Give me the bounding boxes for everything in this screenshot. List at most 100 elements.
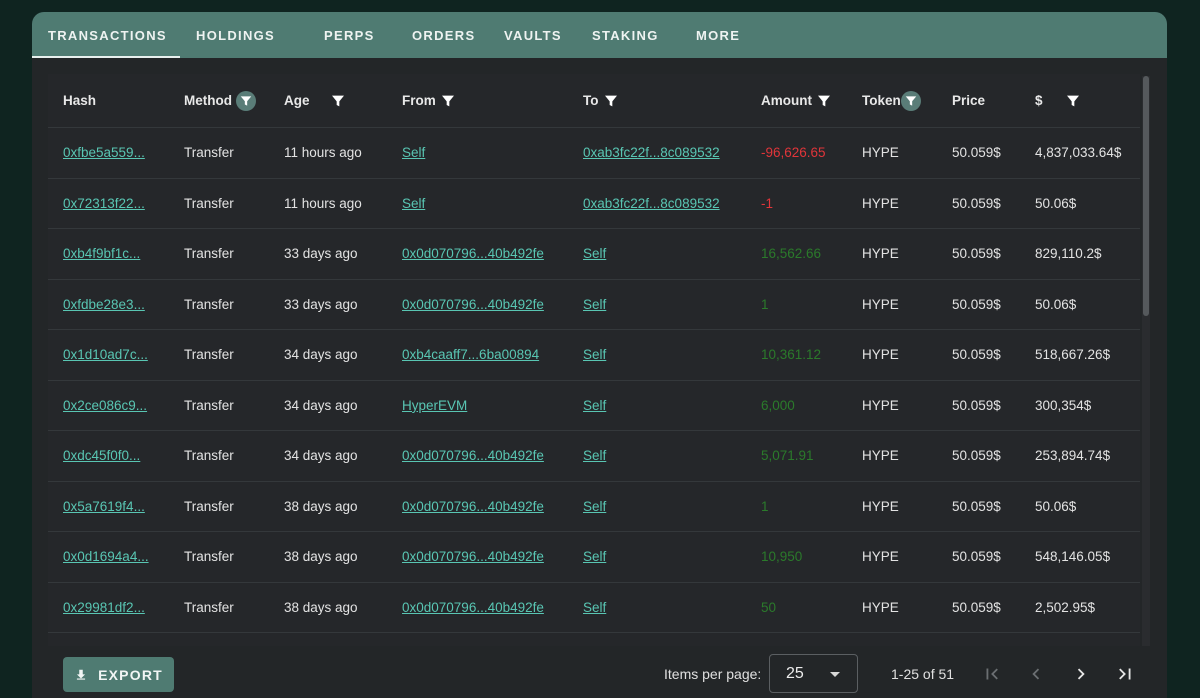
first-page-icon[interactable] xyxy=(979,661,1005,687)
table-header: Hash Method Age From To Amount Token Pri… xyxy=(48,74,1140,128)
tab-vaults[interactable]: VAULTS xyxy=(488,12,576,58)
filter-icon[interactable] xyxy=(1063,91,1083,111)
to-address-link[interactable]: Self xyxy=(583,398,606,413)
to-address-link[interactable]: Self xyxy=(583,246,606,261)
table-cell: HyperEVM xyxy=(402,381,467,431)
from-address-link[interactable]: 0x0d070796...40b492fe xyxy=(402,246,544,261)
table-cell: 33 days ago xyxy=(284,280,358,330)
table-cell: Transfer xyxy=(184,431,234,481)
tab-perps[interactable]: PERPS xyxy=(308,12,392,58)
items-per-page-select[interactable]: 25 xyxy=(769,654,858,693)
column-header-price: Price xyxy=(952,74,985,127)
table-cell: 50.059$ xyxy=(952,532,1001,582)
from-address-link[interactable]: HyperEVM xyxy=(402,398,467,413)
to-address-link[interactable]: Self xyxy=(583,600,606,615)
method-cell: Transfer xyxy=(184,599,234,615)
tab-bar: TRANSACTIONS HOLDINGS PERPS ORDERS VAULT… xyxy=(32,12,1167,58)
tx-hash-link[interactable]: 0x29981df2... xyxy=(63,600,145,615)
tab-holdings[interactable]: HOLDINGS xyxy=(180,12,292,58)
chevron-left-icon[interactable] xyxy=(1023,661,1049,687)
table-cell: 16,562.66 xyxy=(761,229,821,279)
table-cell: HYPE xyxy=(862,532,899,582)
amount-cell: -96,626.65 xyxy=(761,145,826,161)
filter-icon[interactable] xyxy=(601,91,621,111)
amount-cell: 10,361.12 xyxy=(761,347,822,363)
header-label: Hash xyxy=(63,93,97,108)
table-cell: 50 xyxy=(761,583,776,633)
table-cell: 34 days ago xyxy=(284,330,358,380)
table-cell: 50.059$ xyxy=(952,583,1001,633)
from-address-link[interactable]: 0xb4caaff7...6ba00894 xyxy=(402,347,539,362)
price-cell: 50.059$ xyxy=(952,549,1001,565)
chevron-right-icon[interactable] xyxy=(1068,661,1094,687)
header-label: $ xyxy=(1035,93,1043,108)
table-cell: Self xyxy=(583,431,606,481)
age-cell: 38 days ago xyxy=(284,599,358,615)
to-address-link[interactable]: Self xyxy=(583,499,606,514)
token-cell: HYPE xyxy=(862,246,899,262)
scrollbar-thumb[interactable] xyxy=(1143,76,1149,316)
method-cell: Transfer xyxy=(184,347,234,363)
table-cell: 0xb4f9bf1c... xyxy=(63,229,140,279)
table-row: 0x1d10ad7c... Transfer 34 days ago 0xb4caaf… xyxy=(48,330,1140,381)
from-address-link[interactable]: Self xyxy=(402,196,425,211)
table-cell: Self xyxy=(402,128,425,178)
to-address-link[interactable]: Self xyxy=(583,297,606,312)
tx-hash-link[interactable]: 0x72313f22... xyxy=(63,196,145,211)
price-cell: 50.059$ xyxy=(952,195,1001,211)
token-cell: HYPE xyxy=(862,296,899,312)
method-cell: Transfer xyxy=(184,195,234,211)
to-address-link[interactable]: Self xyxy=(583,347,606,362)
tab-more[interactable]: MORE xyxy=(680,12,760,58)
tx-hash-link[interactable]: 0x0d1694a4... xyxy=(63,549,149,564)
table-cell: 1 xyxy=(761,280,769,330)
to-address-link[interactable]: 0xab3fc22f...8c089532 xyxy=(583,196,720,211)
tx-hash-link[interactable]: 0x5a7619f4... xyxy=(63,499,145,514)
usd-value-cell: 300,354$ xyxy=(1035,397,1092,413)
dropdown-caret-icon xyxy=(830,672,840,677)
table-cell: Transfer xyxy=(184,280,234,330)
tx-hash-link[interactable]: 0xfbe5a559... xyxy=(63,145,145,160)
header-label: Amount xyxy=(761,93,812,108)
filter-icon[interactable] xyxy=(900,90,921,111)
header-label: Price xyxy=(952,93,986,108)
tx-hash-link[interactable]: 0xdc45f0f0... xyxy=(63,448,140,463)
table-cell: 10,361.12 xyxy=(761,330,821,380)
column-header-to: To xyxy=(583,74,621,127)
from-address-link[interactable]: 0x0d070796...40b492fe xyxy=(402,600,544,615)
tab-orders[interactable]: ORDERS xyxy=(396,12,488,58)
from-address-link[interactable]: 0x0d070796...40b492fe xyxy=(402,499,544,514)
vertical-scrollbar[interactable] xyxy=(1142,76,1150,646)
last-page-icon[interactable] xyxy=(1112,661,1138,687)
method-cell: Transfer xyxy=(184,397,234,413)
to-address-link[interactable]: 0xab3fc22f...8c089532 xyxy=(583,145,720,160)
table-cell: -96,626.65 xyxy=(761,128,826,178)
from-address-link[interactable]: Self xyxy=(402,145,425,160)
filter-icon[interactable] xyxy=(438,91,458,111)
table-cell: 0x5a7619f4... xyxy=(63,482,145,532)
tab-label: ORDERS xyxy=(412,27,476,43)
table-cell: HYPE xyxy=(862,330,899,380)
table-cell: 50.059$ xyxy=(952,280,1001,330)
from-address-link[interactable]: 0x0d070796...40b492fe xyxy=(402,297,544,312)
export-button[interactable]: EXPORT xyxy=(63,657,174,692)
to-address-link[interactable]: Self xyxy=(583,448,606,463)
filter-icon[interactable] xyxy=(814,91,834,111)
tab-staking[interactable]: STAKING xyxy=(576,12,672,58)
table-row: 0xfbe5a559... Transfer 11 hours ago Self 0xa… xyxy=(48,128,1140,179)
tab-transactions[interactable]: TRANSACTIONS xyxy=(32,12,180,58)
tx-hash-link[interactable]: 0xfdbe28e3... xyxy=(63,297,145,312)
table-cell: Transfer xyxy=(184,330,234,380)
tx-hash-link[interactable]: 0x1d10ad7c... xyxy=(63,347,148,362)
table-cell: 300,354$ xyxy=(1035,381,1091,431)
table-row: 0xfdbe28e3... Transfer 33 days ago 0x0d0707… xyxy=(48,280,1140,330)
from-address-link[interactable]: 0x0d070796...40b492fe xyxy=(402,549,544,564)
tx-hash-link[interactable]: 0xb4f9bf1c... xyxy=(63,246,140,261)
tx-hash-link[interactable]: 0x2ce086c9... xyxy=(63,398,147,413)
to-address-link[interactable]: Self xyxy=(583,549,606,564)
filter-icon[interactable] xyxy=(328,91,348,111)
header-label: To xyxy=(583,93,599,108)
filter-icon[interactable] xyxy=(236,90,256,111)
tab-label: HOLDINGS xyxy=(196,27,276,43)
from-address-link[interactable]: 0x0d070796...40b492fe xyxy=(402,448,544,463)
